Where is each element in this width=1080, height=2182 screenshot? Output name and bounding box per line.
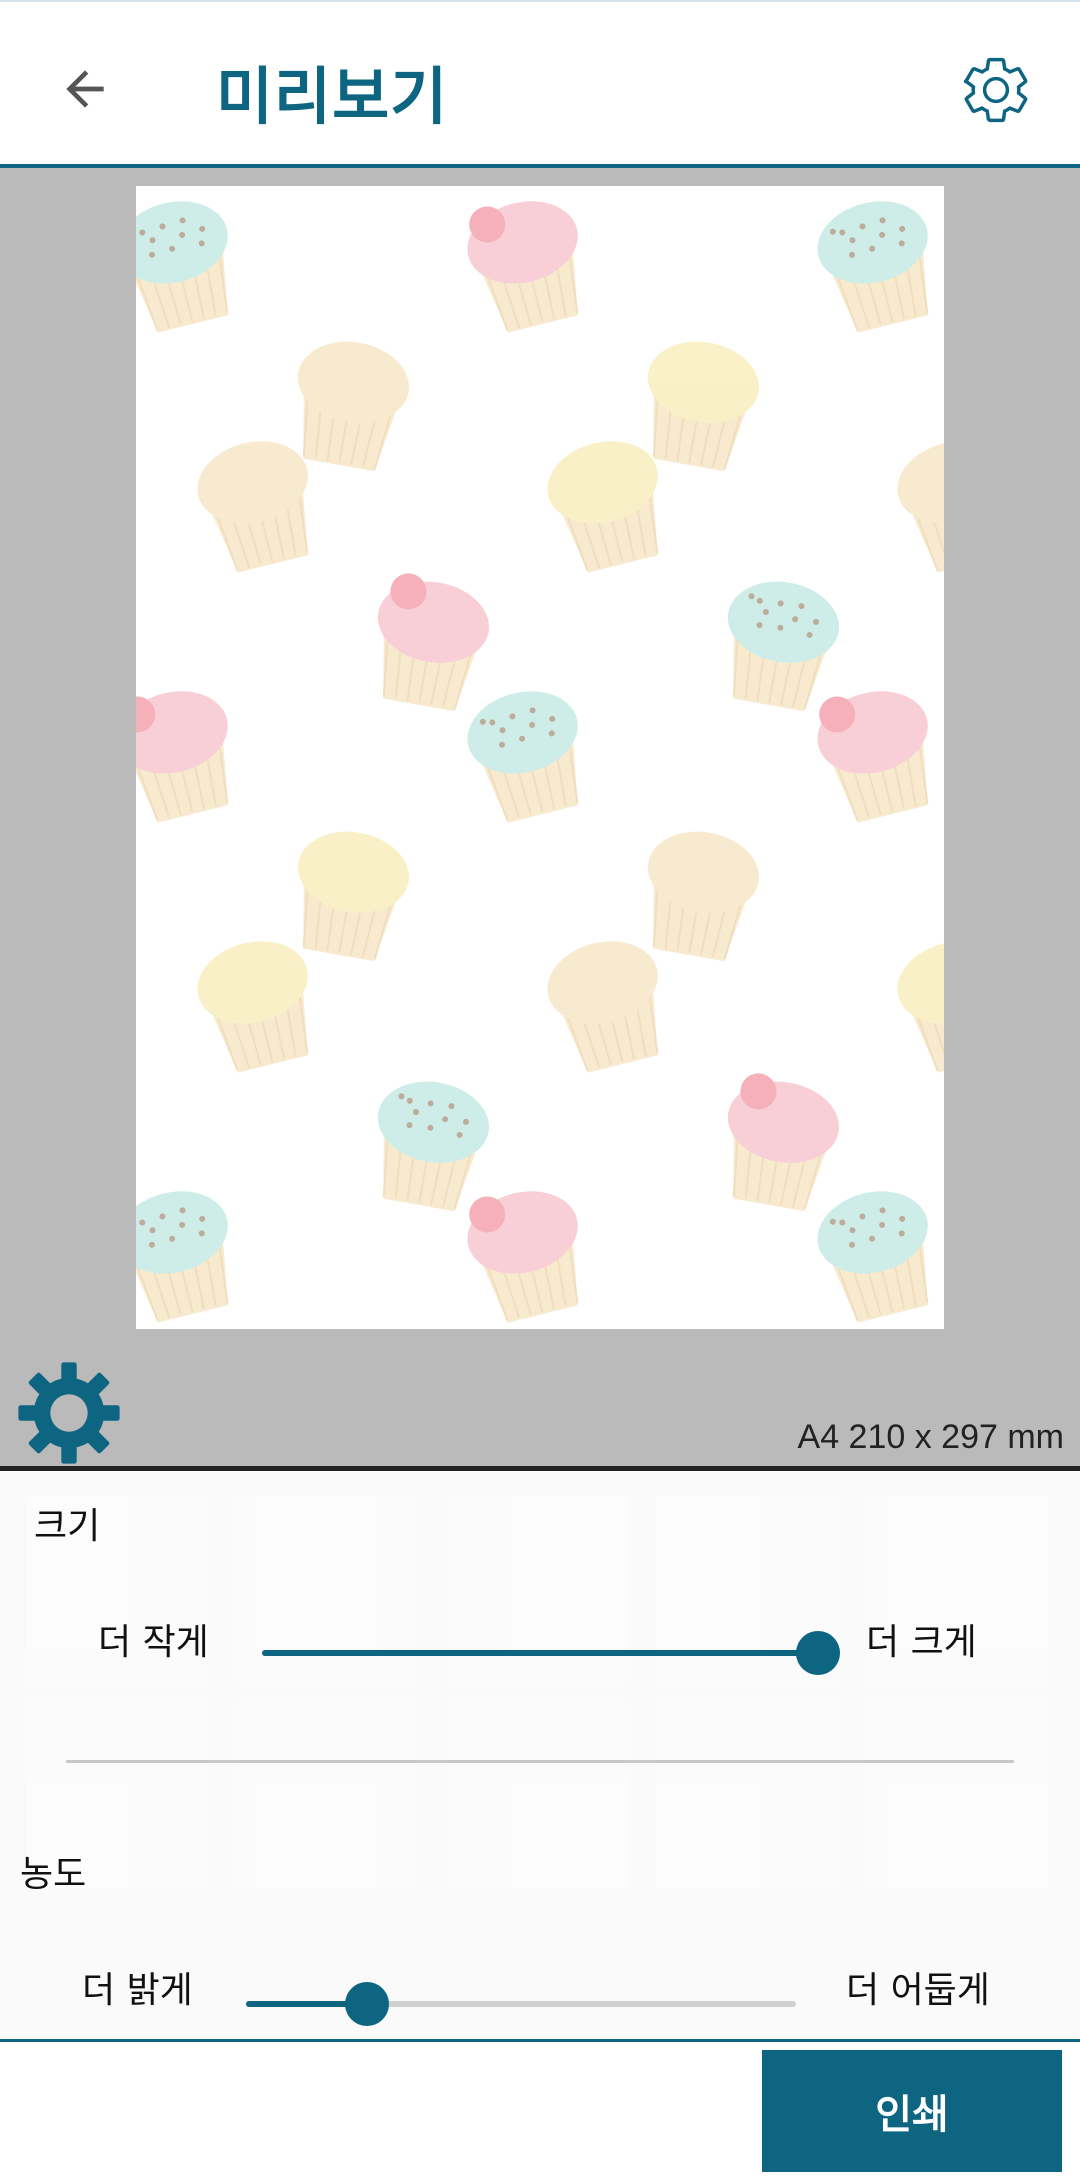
- pattern-thumbnails: [0, 1471, 1080, 2039]
- gear-outline-icon: [963, 57, 1028, 123]
- size-slider[interactable]: [262, 1631, 840, 1675]
- settings-button[interactable]: [958, 52, 1034, 128]
- paper-preview[interactable]: [136, 186, 944, 1329]
- preview-area: A4 210 x 297 mm: [0, 168, 1080, 1466]
- preview-screen: 미리보기 A4 210 x 297 mm 크기 더 작게 더 크게 농도 더 밝…: [0, 0, 1080, 2182]
- adjust-panel: 크기 더 작게 더 크게 농도 더 밝게 더 어둡게: [0, 1471, 1080, 2039]
- density-label: 농도: [20, 1854, 87, 1895]
- size-max-label: 더 크게: [866, 1622, 977, 1663]
- print-button[interactable]: 인쇄: [762, 2050, 1062, 2172]
- pattern-thumbnail: [236, 1699, 418, 1889]
- cupcake-motif: [136, 201, 229, 333]
- density-max-label: 더 어둡게: [846, 1970, 990, 2011]
- cupcake-motif: [136, 691, 229, 823]
- cupcake-motif: [197, 941, 309, 1073]
- density-slider[interactable]: [246, 1982, 796, 2026]
- back-button[interactable]: [50, 54, 120, 124]
- cupcake-motif: [647, 341, 760, 472]
- size-slider-knob[interactable]: [796, 1631, 840, 1675]
- cupcake-motif: [377, 1081, 490, 1212]
- gear-icon: [18, 1362, 120, 1464]
- cupcake-motif: [647, 831, 760, 962]
- cupcake-pattern: [136, 201, 944, 1329]
- cupcake-motif: [897, 441, 944, 573]
- cupcake-motif: [136, 1191, 229, 1323]
- paper-size-label: A4 210 x 297 mm: [797, 1418, 1064, 1456]
- pattern-thumbnail: [866, 1699, 1048, 1889]
- pattern-thumbnail: [446, 1699, 628, 1889]
- cupcake-motif: [547, 941, 659, 1073]
- preview-settings-button[interactable]: [14, 1358, 124, 1468]
- cupcake-motif: [817, 691, 929, 823]
- size-label: 크기: [34, 1506, 101, 1547]
- cupcake-motif: [297, 831, 410, 962]
- pattern-thumbnail: [656, 1699, 838, 1889]
- cupcake-motif: [727, 581, 840, 712]
- bottom-divider: [0, 2039, 1080, 2042]
- cupcake-motif: [817, 201, 929, 333]
- cupcake-motif: [297, 341, 410, 472]
- cupcake-motif: [467, 691, 579, 823]
- cupcake-motif: [817, 1191, 929, 1323]
- density-slider-knob[interactable]: [345, 1982, 389, 2026]
- section-divider: [66, 1760, 1014, 1763]
- density-min-label: 더 밝게: [82, 1970, 193, 2011]
- cupcake-motif: [727, 1073, 840, 1212]
- cupcake-motif: [467, 1191, 579, 1323]
- cupcake-motif: [634, 1323, 766, 1329]
- size-slider-fill: [262, 1650, 818, 1656]
- cupcake-motif: [284, 1323, 416, 1329]
- cupcake-motif: [467, 201, 579, 333]
- page-title: 미리보기: [216, 60, 449, 133]
- size-min-label: 더 작게: [98, 1622, 209, 1663]
- cupcake-motif: [897, 941, 944, 1073]
- app-header: 미리보기: [0, 0, 1080, 170]
- cupcake-motif: [377, 573, 490, 712]
- arrow-left-icon: [66, 70, 104, 108]
